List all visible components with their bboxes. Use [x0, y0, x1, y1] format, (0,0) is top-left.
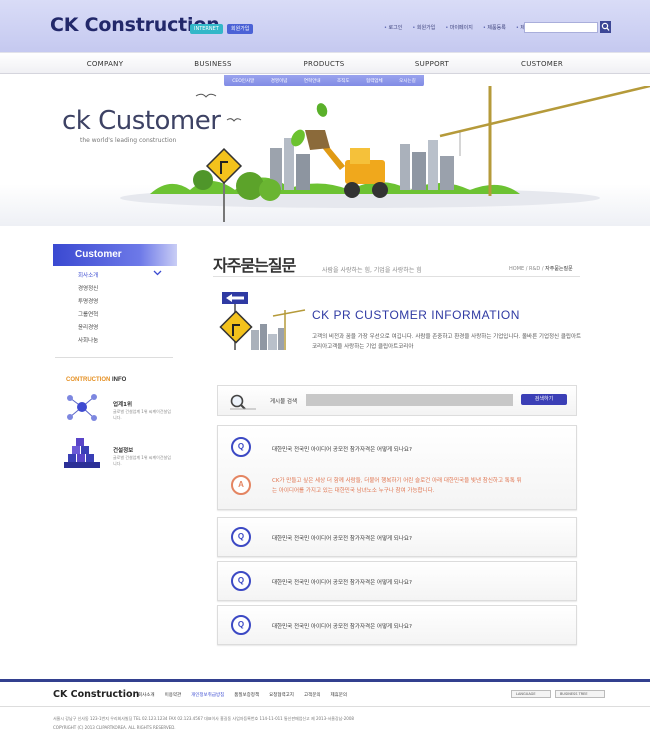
hero-subtitle: the world's leading construction [80, 137, 177, 144]
sidebar-item-spirit[interactable]: 경영정신 [78, 283, 98, 296]
language-select[interactable]: LANGUAGE [511, 690, 551, 698]
faq-question-4[interactable]: 대한민국 전국민 아이디어 공모전 참가자격은 어떻게 되나요? [272, 622, 412, 630]
hero-title: ck Customer [62, 106, 221, 136]
footer-link-privacy[interactable]: 개인정보취급방침 [191, 692, 224, 698]
faq-question-2[interactable]: 대한민국 전국민 아이디어 공모전 참가자격은 어떻게 되나요? [272, 534, 412, 542]
question-badge: Q [231, 615, 251, 635]
faq-answer-1: CK가 만들고 싶은 세상 더 함께 사람들, 더불어 행복하기 어린 슬로건 … [272, 478, 522, 494]
business-tree-select[interactable]: BUSINESS TREE [555, 690, 605, 698]
footer-link-notice[interactable]: 요청협력고지 [269, 692, 294, 698]
nav-company[interactable]: COMPANY [87, 60, 124, 68]
subnav-ceo[interactable]: CEO인사말 [232, 78, 254, 84]
answer-badge: A [231, 475, 251, 495]
question-badge: Q [231, 437, 251, 457]
header-search-input[interactable] [524, 22, 598, 33]
internet-badge[interactable]: INTERNET [190, 24, 223, 34]
sidebar-item-history[interactable]: 그룹연혁 [78, 309, 98, 322]
nav-products[interactable]: PRODUCTS [303, 60, 344, 68]
nav-customer[interactable]: CUSTOMER [521, 60, 563, 68]
subnav-history[interactable]: 연혁안내 [304, 78, 321, 84]
question-badge: Q [231, 571, 251, 591]
info-title-main: CONTRUCTION [66, 377, 111, 383]
nav-business[interactable]: BUSINESS [194, 60, 231, 68]
info-title: CONTRUCTION INFO [66, 377, 126, 383]
footer-links: 회사소개 이용약관 개인정보취급방침 품질보증정책 요청협력고지 고객문의 제휴… [138, 692, 347, 698]
blocks-icon [64, 438, 100, 468]
info-illustration [219, 292, 306, 350]
info-desc-1: 글로벌 건설업계 1위 씨케이건설입니다. [113, 409, 171, 420]
footer-address: 서울시 강남구 신사동 123-1번지 우리회사빌딩 TEL 02.123.12… [53, 716, 354, 721]
title-divider [213, 276, 580, 277]
footer-link-contact[interactable]: 고객문의 [304, 692, 321, 698]
search-label: 게시물 검색 [270, 399, 298, 405]
login-link[interactable]: 로그인 [384, 24, 403, 31]
join-link[interactable]: 회원가입 [412, 24, 435, 31]
subnav-philosophy[interactable]: 경영이념 [271, 78, 288, 84]
breadcrumb-current: 자주묻는질문 [545, 266, 573, 272]
product-register-link[interactable]: 제품등록 [483, 24, 505, 31]
info-name-1: 업계1위 [113, 402, 133, 408]
question-badge: Q [231, 527, 251, 547]
search-button[interactable]: 검색하기 [521, 394, 567, 405]
subnav-org[interactable]: 조직도 [337, 78, 349, 84]
utility-links: 로그인 회원가입 마이페이지 제품등록 제품검색 [384, 24, 539, 31]
subnav-partners[interactable]: 협력업체 [366, 78, 383, 84]
search-icon[interactable] [600, 21, 611, 33]
sidebar-item-sharing[interactable]: 사회나눔 [78, 335, 98, 348]
sidebar-heading: Customer [53, 244, 177, 266]
info-desc-2: 글로벌 건설업계 1위 씨케이건설입니다. [113, 455, 171, 466]
breadcrumb-path[interactable]: HOME / R&D / [509, 266, 545, 272]
page-subtitle: 사람을 사랑하는 힘, 기업을 사랑하는 힘 [322, 267, 422, 274]
sidebar-divider [55, 357, 173, 358]
footer-logo[interactable]: CK Construction [53, 689, 139, 700]
nav-support[interactable]: SUPPORT [415, 60, 449, 68]
info-name-2: 건설정보 [113, 448, 134, 454]
network-icon [67, 394, 97, 421]
faq-question-3[interactable]: 대한민국 전국민 아이디어 공모전 참가자격은 어떻게 되나요? [272, 578, 412, 586]
sidebar-item-transparency[interactable]: 투명경영 [78, 296, 98, 309]
subnav-location[interactable]: 오시는길 [399, 78, 416, 84]
chevron-down-icon[interactable] [153, 270, 162, 278]
footer-link-terms[interactable]: 이용약관 [165, 692, 182, 698]
breadcrumb: HOME / R&D / 자주묻는질문 [509, 265, 573, 272]
faq-question-1[interactable]: 대한민국 전국민 아이디어 공모전 참가자격은 어떻게 되나요? [272, 445, 412, 453]
magnifier-icon [230, 394, 256, 410]
footer-link-about[interactable]: 회사소개 [138, 692, 155, 698]
mypage-link[interactable]: 마이페이지 [445, 24, 473, 31]
sidebar-item-about[interactable]: 회사소개 [78, 270, 98, 283]
footer-copyright: COPYRIGHT (C) 2013 CLIPARTKOREA. ALL RIG… [53, 725, 176, 730]
info-title-suffix: INFO [110, 377, 127, 383]
footer-link-partnership[interactable]: 제휴문의 [331, 692, 348, 698]
board-search-input[interactable] [306, 394, 513, 406]
pr-text: 고객의 비전과 꿈을 가장 우선으로 여깁니다. 사람을 존중하고 환경을 사랑… [312, 334, 582, 350]
sidebar-menu: 회사소개 경영정신 투명경영 그룹연혁 윤리경영 사회나눔 [78, 270, 98, 348]
sidebar-item-ethics[interactable]: 윤리경영 [78, 322, 98, 335]
footer-divider [0, 706, 650, 707]
footer-link-quality[interactable]: 품질보증정책 [234, 692, 259, 698]
join-badge[interactable]: 회원가입 [227, 24, 254, 34]
footer-top-border [0, 679, 650, 682]
pr-title: CK PR CUSTOMER INFORMATION [312, 308, 520, 322]
faq-item-1[interactable] [217, 425, 577, 510]
page-title: 자주묻는질문 [213, 256, 296, 275]
